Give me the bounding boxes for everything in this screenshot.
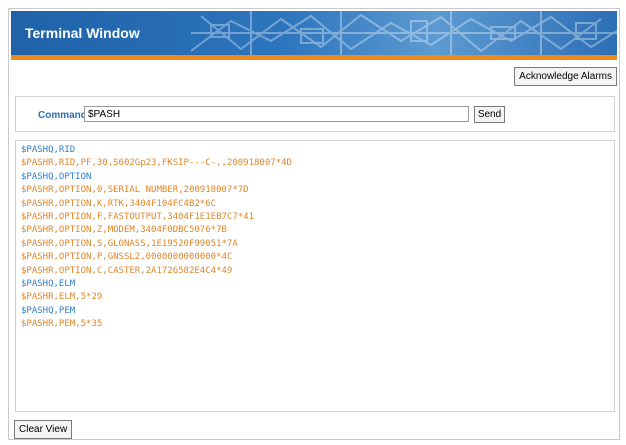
window-title: Terminal Window (25, 25, 140, 41)
terminal-line: $PASHR,OPTION,K,RTK,3404F104FC4B2*6C (21, 198, 217, 209)
terminal-line: $PASHR,RID,PF,30,S602Gp23,FKSIP---C-,,20… (21, 158, 292, 169)
command-input[interactable] (84, 106, 469, 122)
terminal-line: $PASHR,OPTION,0,SERIAL NUMBER,200918007*… (21, 185, 249, 196)
window-header: Terminal Window (11, 11, 617, 55)
terminal-line: $PASHR,ELM,5*29 (21, 292, 103, 303)
terminal-line: $PASHQ,RID (21, 145, 76, 155)
terminal-line: $PASHQ,OPTION (21, 171, 92, 182)
command-label: Command (38, 110, 87, 121)
send-button[interactable]: Send (474, 106, 505, 123)
terminal-line: $PASHR,OPTION,C,CASTER,2A1726582E4C4*49 (21, 265, 233, 276)
acknowledge-alarms-button[interactable]: Acknowledge Alarms (514, 67, 617, 86)
clear-view-button[interactable]: Clear View (14, 420, 73, 439)
terminal-line: $PASHQ,PEM (21, 305, 76, 316)
terminal-line: $PASHQ,ELM (21, 279, 76, 290)
header-map-pattern (191, 11, 617, 55)
header-accent-bar (11, 55, 617, 60)
terminal-line: $PASHR,OPTION,S,GLONASS,1E19520F99051*7A (21, 238, 238, 249)
terminal-line: $PASHR,OPTION,F,FASTOUTPUT,3404F1E1EB7C7… (21, 212, 254, 223)
terminal-line: $PASHR,OPTION,Z,MODEM,3404F0DBC5076*7B (21, 225, 227, 236)
terminal-output[interactable]: $PASHQ,RID $PASHR,RID,PF,30,S602Gp23,FKSI… (15, 140, 615, 412)
terminal-line: $PASHR,OPTION,P,GNSSL2,0000000000000*4C (21, 252, 233, 263)
terminal-line: $PASHR,PEM,5*35 (21, 319, 103, 330)
